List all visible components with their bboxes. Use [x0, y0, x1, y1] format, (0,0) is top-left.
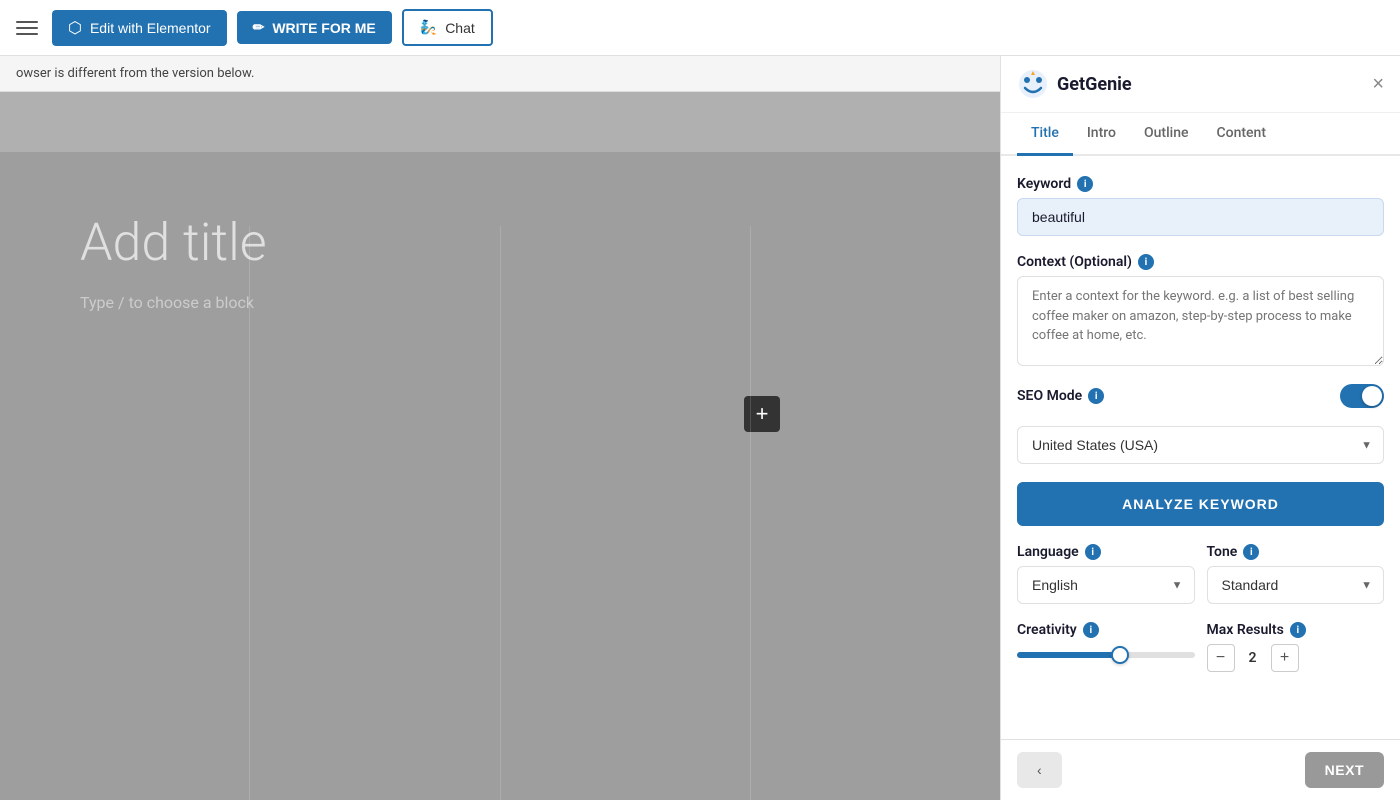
country-field-group: United States (USA) United Kingdom Canad…: [1017, 426, 1384, 464]
editor-canvas[interactable]: Add title Type / to choose a block: [0, 152, 1000, 372]
add-title-placeholder[interactable]: Add title: [80, 212, 267, 273]
language-tone-row: Language i English Spanish French German: [1017, 544, 1384, 604]
panel-footer: ‹ NEXT: [1001, 739, 1400, 800]
analyze-keyword-button[interactable]: ANALYZE KEYWORD: [1017, 482, 1384, 526]
keyword-field-group: Keyword i: [1017, 176, 1384, 236]
editor-area: owser is different from the version belo…: [0, 56, 1000, 800]
language-info-icon[interactable]: i: [1085, 544, 1101, 560]
menu-toggle-button[interactable]: [12, 17, 42, 39]
tone-select[interactable]: Standard Formal Friendly Persuasive: [1207, 566, 1385, 604]
tone-info-icon[interactable]: i: [1243, 544, 1259, 560]
tone-label: Tone i: [1207, 544, 1385, 560]
slider-thumb: [1111, 646, 1129, 664]
tab-outline[interactable]: Outline: [1130, 113, 1203, 156]
next-button[interactable]: NEXT: [1305, 752, 1384, 788]
getgenie-logo-icon: [1017, 68, 1049, 100]
tone-select-wrapper: Standard Formal Friendly Persuasive: [1207, 566, 1385, 604]
creativity-group: Creativity i: [1017, 622, 1195, 672]
country-select[interactable]: United States (USA) United Kingdom Canad…: [1017, 426, 1384, 464]
write-for-me-button[interactable]: ✏ WRITE FOR ME: [237, 11, 392, 44]
tone-field-group: Tone i Standard Formal Friendly Persuasi…: [1207, 544, 1385, 604]
panel-logo: GetGenie: [1017, 68, 1132, 100]
context-label: Context (Optional) i: [1017, 254, 1384, 270]
chat-button[interactable]: 🧞 Chat: [402, 9, 493, 46]
language-select-wrapper: English Spanish French German: [1017, 566, 1195, 604]
keyword-input[interactable]: [1017, 198, 1384, 236]
main-area: owser is different from the version belo…: [0, 56, 1400, 800]
seo-mode-row: SEO Mode i: [1017, 384, 1384, 408]
keyword-info-icon[interactable]: i: [1077, 176, 1093, 192]
type-hint[interactable]: Type / to choose a block: [80, 293, 254, 312]
toggle-knob: [1362, 386, 1382, 406]
browser-warning: owser is different from the version belo…: [0, 56, 1000, 92]
edit-with-elementor-button[interactable]: ⬡ Edit with Elementor: [52, 10, 227, 46]
creativity-slider[interactable]: [1017, 652, 1195, 658]
max-results-value: 2: [1243, 650, 1263, 666]
context-field-group: Context (Optional) i: [1017, 254, 1384, 366]
seo-mode-label: SEO Mode i: [1017, 388, 1104, 404]
panel-logo-text: GetGenie: [1057, 74, 1132, 95]
back-button[interactable]: ‹: [1017, 752, 1062, 788]
context-info-icon[interactable]: i: [1138, 254, 1154, 270]
seo-mode-info-icon[interactable]: i: [1088, 388, 1104, 404]
elementor-icon: ⬡: [68, 18, 82, 38]
panel-content: Keyword i Context (Optional) i SEO Mode …: [1001, 156, 1400, 739]
context-textarea[interactable]: [1017, 276, 1384, 366]
max-results-group: Max Results i − 2 +: [1207, 622, 1385, 672]
tab-title[interactable]: Title: [1017, 113, 1073, 156]
panel-header: GetGenie ×: [1001, 56, 1400, 113]
write-icon: ✏: [253, 19, 265, 36]
chat-icon: 🧞: [420, 19, 437, 36]
language-label: Language i: [1017, 544, 1195, 560]
max-results-decrement[interactable]: −: [1207, 644, 1235, 672]
language-select[interactable]: English Spanish French German: [1017, 566, 1195, 604]
max-results-info-icon[interactable]: i: [1290, 622, 1306, 638]
seo-mode-toggle[interactable]: [1340, 384, 1384, 408]
country-select-wrapper: United States (USA) United Kingdom Canad…: [1017, 426, 1384, 464]
creativity-label: Creativity i: [1017, 622, 1195, 638]
creativity-info-icon[interactable]: i: [1083, 622, 1099, 638]
language-field-group: Language i English Spanish French German: [1017, 544, 1195, 604]
close-panel-button[interactable]: ×: [1372, 74, 1384, 94]
slider-fill: [1017, 652, 1115, 658]
panel-tabs: Title Intro Outline Content: [1001, 113, 1400, 156]
tab-intro[interactable]: Intro: [1073, 113, 1130, 156]
add-block-button[interactable]: +: [744, 396, 780, 432]
max-results-stepper: − 2 +: [1207, 644, 1385, 672]
keyword-label: Keyword i: [1017, 176, 1384, 192]
max-results-label: Max Results i: [1207, 622, 1385, 638]
max-results-increment[interactable]: +: [1271, 644, 1299, 672]
right-panel: GetGenie × Title Intro Outline Content K…: [1000, 56, 1400, 800]
creativity-maxresults-row: Creativity i Max Results i − 2: [1017, 622, 1384, 672]
tab-content[interactable]: Content: [1203, 113, 1281, 156]
top-bar: ⬡ Edit with Elementor ✏ WRITE FOR ME 🧞 C…: [0, 0, 1400, 56]
